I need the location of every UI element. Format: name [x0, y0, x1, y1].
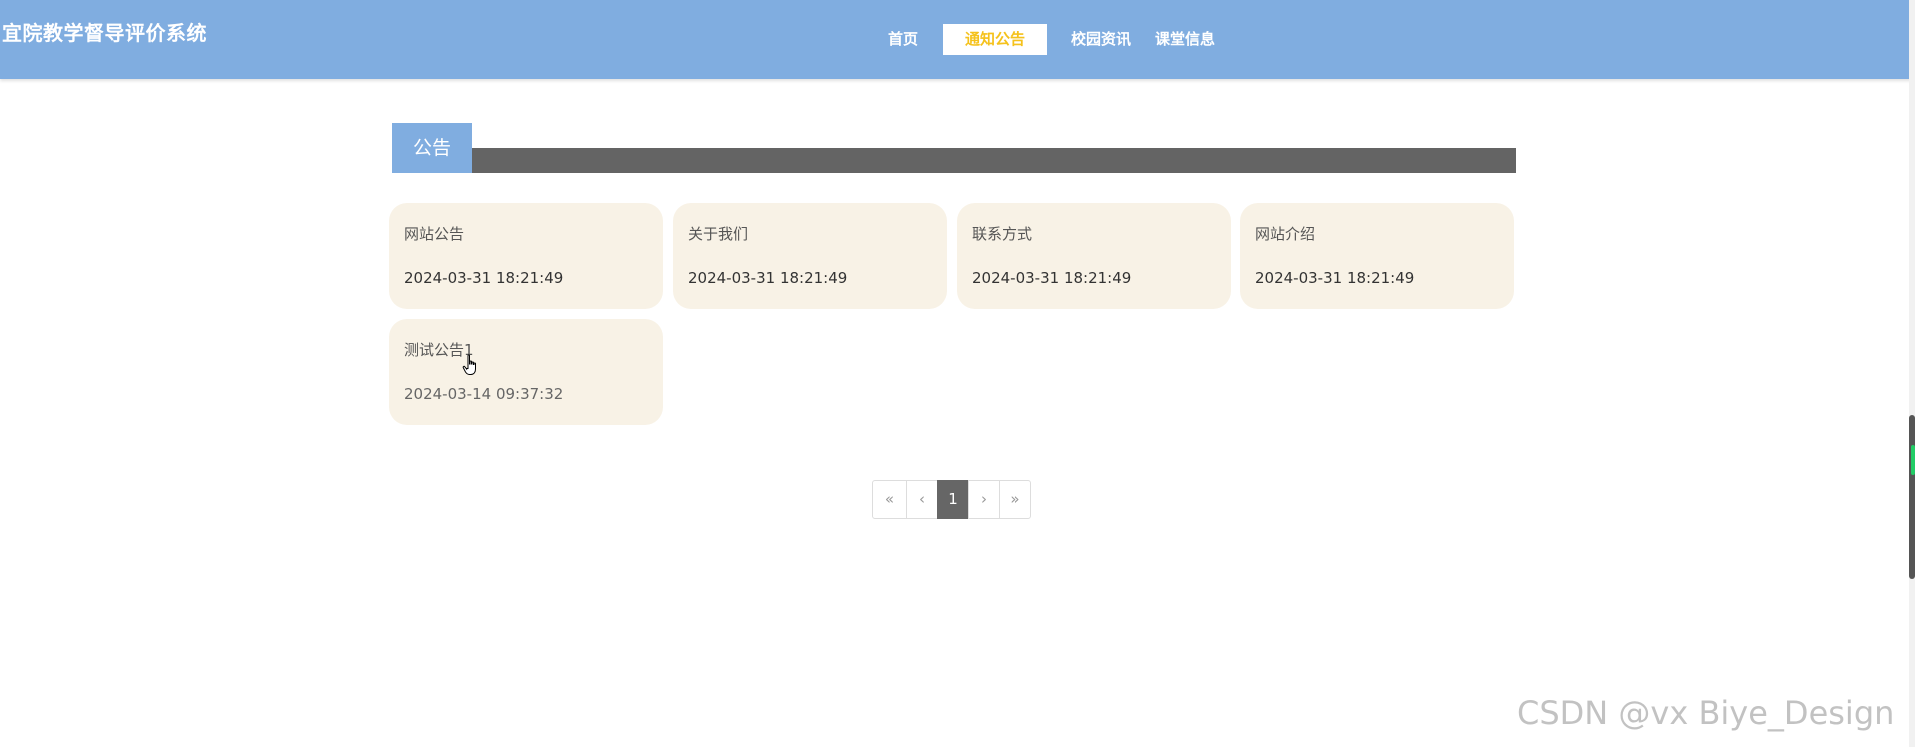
nav-item-class-info[interactable]: 课堂信息: [1143, 24, 1227, 55]
notice-card[interactable]: 测试公告1 2024-03-14 09:37:32: [389, 319, 663, 425]
notice-date: 2024-03-31 18:21:49: [404, 269, 564, 287]
watermark-text: CSDN @vx Biye_Design: [1517, 694, 1895, 732]
page-prev-button[interactable]: ‹: [906, 480, 938, 519]
notice-card[interactable]: 网站介绍 2024-03-31 18:21:49: [1240, 203, 1514, 309]
notice-card[interactable]: 网站公告 2024-03-31 18:21:49: [389, 203, 663, 309]
section-title: 公告: [392, 123, 472, 173]
scroll-indicator: [1911, 445, 1915, 475]
page-last-button[interactable]: »: [999, 480, 1031, 519]
notice-date: 2024-03-31 18:21:49: [688, 269, 848, 287]
notice-date: 2024-03-31 18:21:49: [972, 269, 1132, 287]
page-first-button[interactable]: «: [872, 480, 907, 519]
notice-title: 联系方式: [972, 225, 1033, 243]
scrollbar-thumb[interactable]: [1909, 415, 1915, 579]
nav-item-home[interactable]: 首页: [876, 24, 930, 55]
main-nav: 首页 通知公告 校园资讯 课堂信息: [876, 24, 1227, 55]
notice-date: 2024-03-31 18:21:49: [1255, 269, 1415, 287]
nav-item-notices[interactable]: 通知公告: [943, 24, 1048, 55]
notice-card[interactable]: 关于我们 2024-03-31 18:21:49: [673, 203, 947, 309]
nav-item-campus-news[interactable]: 校园资讯: [1059, 24, 1143, 55]
section-divider-bar: [392, 148, 1516, 173]
notice-title: 网站介绍: [1255, 225, 1316, 243]
page-current-button[interactable]: 1: [937, 480, 969, 519]
pagination: « ‹ 1 › »: [872, 480, 1031, 519]
notice-title: 网站公告: [404, 225, 465, 243]
top-header: 宜院教学督导评价系统 首页 通知公告 校园资讯 课堂信息: [0, 0, 1915, 79]
site-title: 宜院教学督导评价系统: [2, 21, 207, 45]
hand-pointer-icon: [462, 354, 476, 375]
notice-date: 2024-03-14 09:37:32: [404, 385, 564, 403]
notice-card[interactable]: 联系方式 2024-03-31 18:21:49: [957, 203, 1231, 309]
notice-title: 关于我们: [688, 225, 749, 243]
page-next-button[interactable]: ›: [968, 480, 1000, 519]
page-scrollbar[interactable]: [1909, 0, 1915, 747]
